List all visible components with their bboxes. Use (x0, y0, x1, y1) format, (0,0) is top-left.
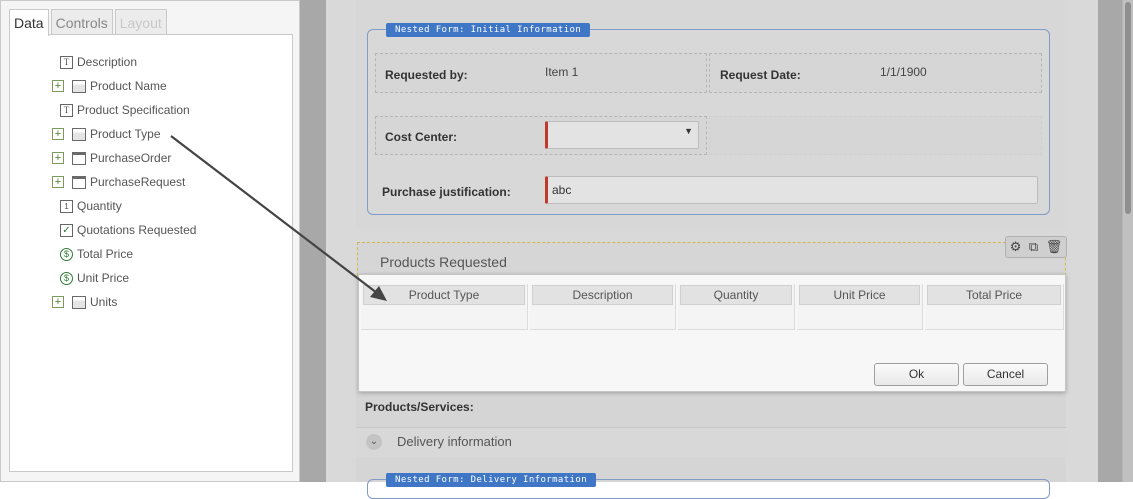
tree-item-quantity[interactable]: 1 Quantity (60, 194, 196, 218)
gear-icon[interactable]: ⚙ (1010, 239, 1022, 255)
tree-item-product-type[interactable]: + Product Type (52, 122, 196, 146)
tree-item-label: Quotations Requested (77, 223, 197, 237)
tree-item-label: Description (77, 55, 138, 69)
currency-icon: $ (60, 271, 73, 285)
panel-tabs: Data Controls Layout (9, 9, 169, 36)
copy-icon[interactable]: ⧉ (1029, 239, 1038, 255)
expand-icon[interactable]: + (52, 128, 64, 140)
grid-column[interactable]: Total Price (925, 284, 1064, 330)
chevron-down-icon[interactable]: ⌄ (366, 434, 382, 450)
tree-item-label: Product Specification (77, 103, 190, 117)
column-header[interactable]: Description (532, 285, 673, 305)
tab-layout: Layout (114, 9, 167, 35)
grid-column[interactable]: Product Type (361, 284, 528, 330)
lookup-icon (72, 79, 86, 93)
tree-item-label: Total Price (77, 247, 134, 261)
currency-icon: $ (60, 247, 73, 261)
tree-item-label: Quantity (77, 199, 122, 213)
justification-label: Purchase justification: (382, 185, 511, 199)
tree-item-purchaseorder[interactable]: + PurchaseOrder (52, 146, 196, 170)
list-icon (72, 175, 86, 189)
tree-item-label: Product Name (90, 79, 167, 93)
column-header[interactable]: Product Type (363, 285, 525, 305)
tab-controls[interactable]: Controls (50, 9, 113, 35)
section-toolbar: ⚙ ⧉ 🗑 (1005, 236, 1067, 258)
expand-icon[interactable]: + (52, 296, 64, 308)
column-header[interactable]: Quantity (680, 285, 792, 305)
column-header[interactable]: Total Price (927, 285, 1061, 305)
tree-item-units[interactable]: + Units (52, 290, 196, 314)
products-requested-title: Products Requested (380, 254, 507, 270)
tree-item-description[interactable]: T Description (60, 50, 196, 74)
delivery-information-label: Delivery information (397, 434, 512, 449)
cost-center-select[interactable]: ▼ (545, 121, 699, 149)
grid-column[interactable]: Description (530, 284, 676, 330)
tree-item-quotations-requested[interactable]: ✓ Quotations Requested (60, 218, 196, 242)
tree-item-unit-price[interactable]: $ Unit Price (60, 266, 196, 290)
expand-icon[interactable]: + (52, 80, 64, 92)
chevron-down-icon[interactable]: ▼ (684, 126, 693, 136)
tree-item-product-specification[interactable]: T Product Specification (60, 98, 196, 122)
number-icon: 1 (60, 199, 73, 213)
data-tree-container: T Description + Product Name T Product S… (9, 34, 293, 472)
requested-by-value: Item 1 (545, 65, 579, 79)
cost-center-label: Cost Center: (385, 130, 458, 144)
requested-by-label: Requested by: (385, 68, 468, 82)
cancel-button[interactable]: Cancel (963, 363, 1048, 386)
lookup-icon (72, 295, 86, 309)
trash-icon[interactable]: 🗑 (1046, 239, 1063, 255)
empty-cell[interactable] (709, 116, 1042, 155)
tree-item-label: Unit Price (77, 271, 130, 285)
request-date-value: 1/1/1900 (880, 65, 927, 79)
request-date-label: Request Date: (720, 68, 801, 82)
grid-column[interactable]: Unit Price (797, 284, 923, 330)
list-icon (72, 151, 86, 165)
tree-item-product-name[interactable]: + Product Name (52, 74, 196, 98)
nested-form-title: Nested Form: Delivery Information (386, 473, 597, 487)
tree-item-total-price[interactable]: $ Total Price (60, 242, 196, 266)
tree-item-label: PurchaseRequest (90, 175, 186, 189)
data-tree: T Description + Product Name T Product S… (52, 50, 196, 314)
tree-item-label: Product Type (90, 127, 161, 141)
vertical-scrollbar[interactable] (1122, 0, 1133, 482)
tree-item-label: PurchaseOrder (90, 151, 172, 165)
tree-item-purchaserequest[interactable]: + PurchaseRequest (52, 170, 196, 194)
products-services-label: Products/Services: (365, 400, 474, 414)
expand-icon[interactable]: + (52, 152, 64, 164)
tab-data[interactable]: Data (9, 9, 49, 36)
ok-button[interactable]: Ok (874, 363, 959, 386)
nested-form-title: Nested Form: Initial Information (386, 23, 591, 37)
justification-input[interactable]: abc (545, 176, 1038, 204)
grid-column[interactable]: Quantity (678, 284, 795, 330)
tree-item-label: Units (90, 295, 118, 309)
column-header[interactable]: Unit Price (799, 285, 920, 305)
text-field-icon: T (60, 103, 73, 117)
data-panel: Data Controls Layout T Description + Pro… (0, 0, 300, 482)
text-field-icon: T (60, 55, 73, 69)
checkbox-icon: ✓ (60, 223, 73, 237)
expand-icon[interactable]: + (52, 176, 64, 188)
scrollbar-thumb[interactable] (1125, 2, 1131, 214)
lookup-icon (72, 127, 86, 141)
